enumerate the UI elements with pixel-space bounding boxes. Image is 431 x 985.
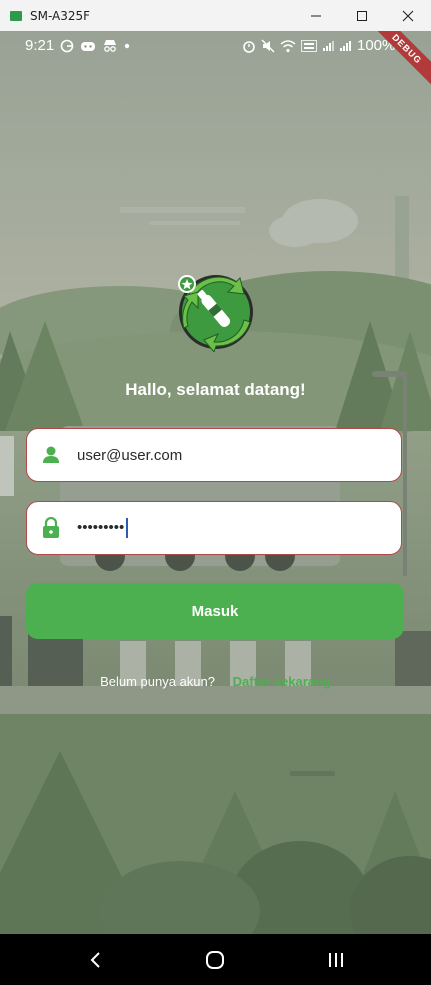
phone-screen: 9:21 100% DEBUG Hallo, selamat datang! u… (0, 31, 431, 934)
dot-icon (124, 43, 130, 49)
alarm-icon (243, 41, 255, 53)
password-dots: ••••••••• (77, 518, 125, 536)
welcome-heading: Hallo, selamat datang! (125, 380, 306, 399)
window-title: SM-A325F (30, 8, 91, 23)
window-controls (293, 0, 431, 31)
password-value: ••••••••• (77, 518, 129, 538)
status-right-icons (242, 39, 351, 53)
emulator-window: SM-A325F 9:21 100% DEBUG Hallo, selamat … (0, 0, 431, 985)
incognito-icon (104, 40, 116, 52)
lock-icon (40, 517, 62, 539)
status-bar: 9:21 100% DEBUG (0, 31, 431, 91)
status-left-icons (60, 39, 130, 53)
google-icon (60, 39, 74, 53)
recents-button[interactable] (306, 934, 366, 985)
login-button[interactable]: Masuk (26, 583, 404, 639)
signal-icon (323, 41, 334, 51)
status-time: 9:21 (25, 37, 55, 54)
mute-icon (261, 39, 275, 53)
maximize-icon (357, 10, 367, 21)
email-value: user@user.com (77, 446, 183, 464)
android-app-icon (10, 10, 22, 21)
register-row: Belum punya akun? Daftar sekarang (0, 674, 431, 689)
register-prompt: Belum punya akun? (100, 674, 215, 689)
home-button[interactable] (185, 934, 245, 985)
wifi-icon (280, 39, 296, 52)
minimize-button[interactable] (293, 0, 339, 31)
person-icon (40, 444, 62, 466)
minimize-icon (311, 15, 321, 16)
home-icon (206, 950, 224, 969)
maximize-button[interactable] (339, 0, 385, 31)
discord-icon (81, 42, 95, 51)
close-icon (402, 10, 414, 21)
register-link[interactable]: Daftar sekarang (233, 674, 331, 689)
signal-icon-2 (340, 41, 351, 51)
back-icon (90, 951, 100, 968)
volte-icon (301, 40, 317, 52)
password-field[interactable]: ••••••••• (26, 501, 402, 555)
recents-icon (329, 952, 343, 967)
navigation-bar (0, 934, 431, 985)
background-dim-overlay (0, 31, 431, 934)
recycle-logo-icon (178, 275, 253, 352)
back-button[interactable] (66, 934, 126, 985)
window-titlebar: SM-A325F (0, 0, 431, 32)
close-button[interactable] (385, 0, 431, 31)
email-field[interactable]: user@user.com (26, 428, 402, 482)
text-caret (126, 518, 129, 538)
